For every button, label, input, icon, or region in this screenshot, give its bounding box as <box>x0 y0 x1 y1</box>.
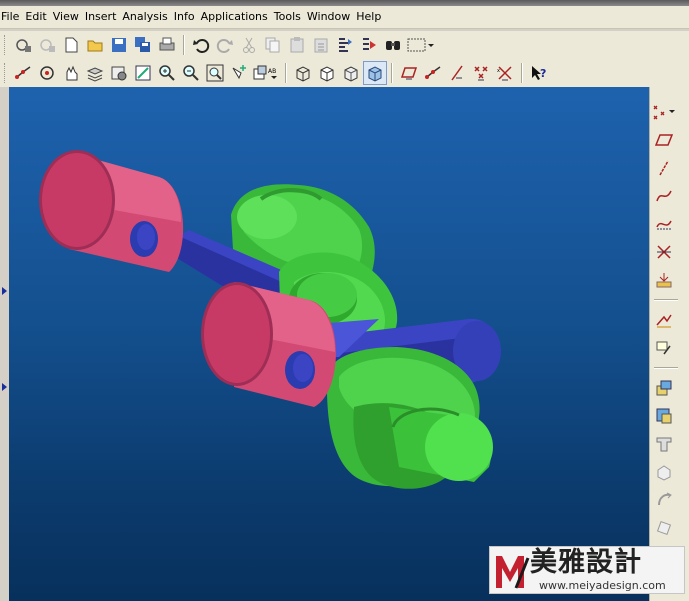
cut-icon[interactable] <box>237 33 261 57</box>
whats-this-icon[interactable]: ? <box>527 61 551 85</box>
dock-expand-arrow[interactable] <box>2 287 7 295</box>
datum-axis-icon[interactable] <box>421 61 445 85</box>
menu-applications[interactable]: Applications <box>201 6 274 28</box>
point-set-icon[interactable] <box>650 99 678 125</box>
toolbar-separator <box>654 367 678 369</box>
redo-icon[interactable] <box>213 33 237 57</box>
sketch-icon[interactable] <box>650 307 678 333</box>
snap-view-icon[interactable] <box>227 61 251 85</box>
chamfer-icon[interactable] <box>650 459 678 485</box>
revolve-icon[interactable] <box>650 403 678 429</box>
menu-tools[interactable]: Tools <box>274 6 307 28</box>
line-icon[interactable] <box>650 155 678 181</box>
svg-text:x: x <box>497 68 500 74</box>
save-all-icon[interactable] <box>131 33 155 57</box>
model-canvas <box>39 150 501 489</box>
rotate-snap-icon[interactable] <box>35 61 59 85</box>
menu-bar: File Edit View Insert Analysis Info Appl… <box>0 6 689 29</box>
edit-display-icon[interactable] <box>131 61 155 85</box>
zoom-in-icon[interactable] <box>155 61 179 85</box>
toolbar-separator <box>183 35 185 55</box>
dock-expand-arrow[interactable] <box>2 383 7 391</box>
hidden-lines-icon[interactable] <box>315 61 339 85</box>
piston-back <box>39 150 184 272</box>
blank-page-icon[interactable] <box>59 33 83 57</box>
relations-icon[interactable] <box>357 33 381 57</box>
watermark-logo: 美雅設計 www.meiyadesign.com <box>489 546 685 594</box>
datum-plane-icon[interactable] <box>397 61 421 85</box>
menu-file[interactable]: File <box>1 6 25 28</box>
right-feature-toolbar <box>649 87 689 601</box>
new-part-icon[interactable] <box>11 33 35 57</box>
print-icon[interactable] <box>155 33 179 57</box>
brand-logo-icon <box>496 556 530 589</box>
menu-analysis[interactable]: Analysis <box>122 6 173 28</box>
toolbar-separator <box>285 63 287 83</box>
wireframe-icon[interactable] <box>291 61 315 85</box>
extrude-icon[interactable] <box>650 375 678 401</box>
open-folder-icon[interactable] <box>83 33 107 57</box>
intersect-curve-icon[interactable] <box>650 239 678 265</box>
fit-view-icon[interactable] <box>203 61 227 85</box>
standard-toolbar <box>0 31 689 59</box>
plane-icon[interactable] <box>650 127 678 153</box>
pan-icon[interactable] <box>59 61 83 85</box>
xyz-point-icon[interactable]: x <box>493 61 517 85</box>
offset-curve-icon[interactable] <box>650 335 678 361</box>
svg-text:AB: AB <box>268 68 276 75</box>
static-wireframe-icon[interactable] <box>339 61 363 85</box>
menu-insert[interactable]: Insert <box>85 6 123 28</box>
display-info-icon[interactable] <box>333 33 357 57</box>
menu-help[interactable]: Help <box>356 6 387 28</box>
open-cloud-icon[interactable] <box>35 33 59 57</box>
menu-edit[interactable]: Edit <box>25 6 52 28</box>
zoom-out-icon[interactable] <box>179 61 203 85</box>
view-toolbar: AB x ? <box>0 59 689 87</box>
toolbar-grip[interactable] <box>4 35 8 55</box>
select-box-icon[interactable] <box>405 33 435 57</box>
toolbar-grip[interactable] <box>4 63 8 83</box>
menu-view[interactable]: View <box>53 6 85 28</box>
trim-icon[interactable] <box>650 515 678 541</box>
menu-window[interactable]: Window <box>307 6 356 28</box>
blend-icon[interactable] <box>650 487 678 513</box>
spline-icon[interactable] <box>650 183 678 209</box>
menu-info[interactable]: Info <box>174 6 201 28</box>
line-tool-icon[interactable] <box>445 61 469 85</box>
point-constructor-icon[interactable] <box>11 61 35 85</box>
shaded-cube-icon[interactable] <box>363 61 387 85</box>
binoculars-icon[interactable] <box>381 33 405 57</box>
save-icon[interactable] <box>107 33 131 57</box>
copy-icon[interactable] <box>261 33 285 57</box>
toolbar-separator <box>654 299 678 301</box>
sweep-icon[interactable] <box>650 431 678 457</box>
undo-icon[interactable] <box>189 33 213 57</box>
toolbar-separator <box>521 63 523 83</box>
measure-icon[interactable] <box>650 267 678 293</box>
render-style-icon[interactable]: AB <box>251 61 281 85</box>
screenshot-icon[interactable] <box>107 61 131 85</box>
intersection-point-icon[interactable] <box>469 61 493 85</box>
paste-special-icon[interactable] <box>309 33 333 57</box>
curve-fit-icon[interactable] <box>650 211 678 237</box>
graphics-viewport[interactable] <box>9 87 649 601</box>
paste-icon[interactable] <box>285 33 309 57</box>
svg-text:?: ? <box>540 67 546 80</box>
toolbar-separator <box>391 63 393 83</box>
watermark-brand: 美雅設計 <box>530 547 642 578</box>
watermark-url: www.meiyadesign.com <box>539 579 666 592</box>
layers-icon[interactable] <box>83 61 107 85</box>
